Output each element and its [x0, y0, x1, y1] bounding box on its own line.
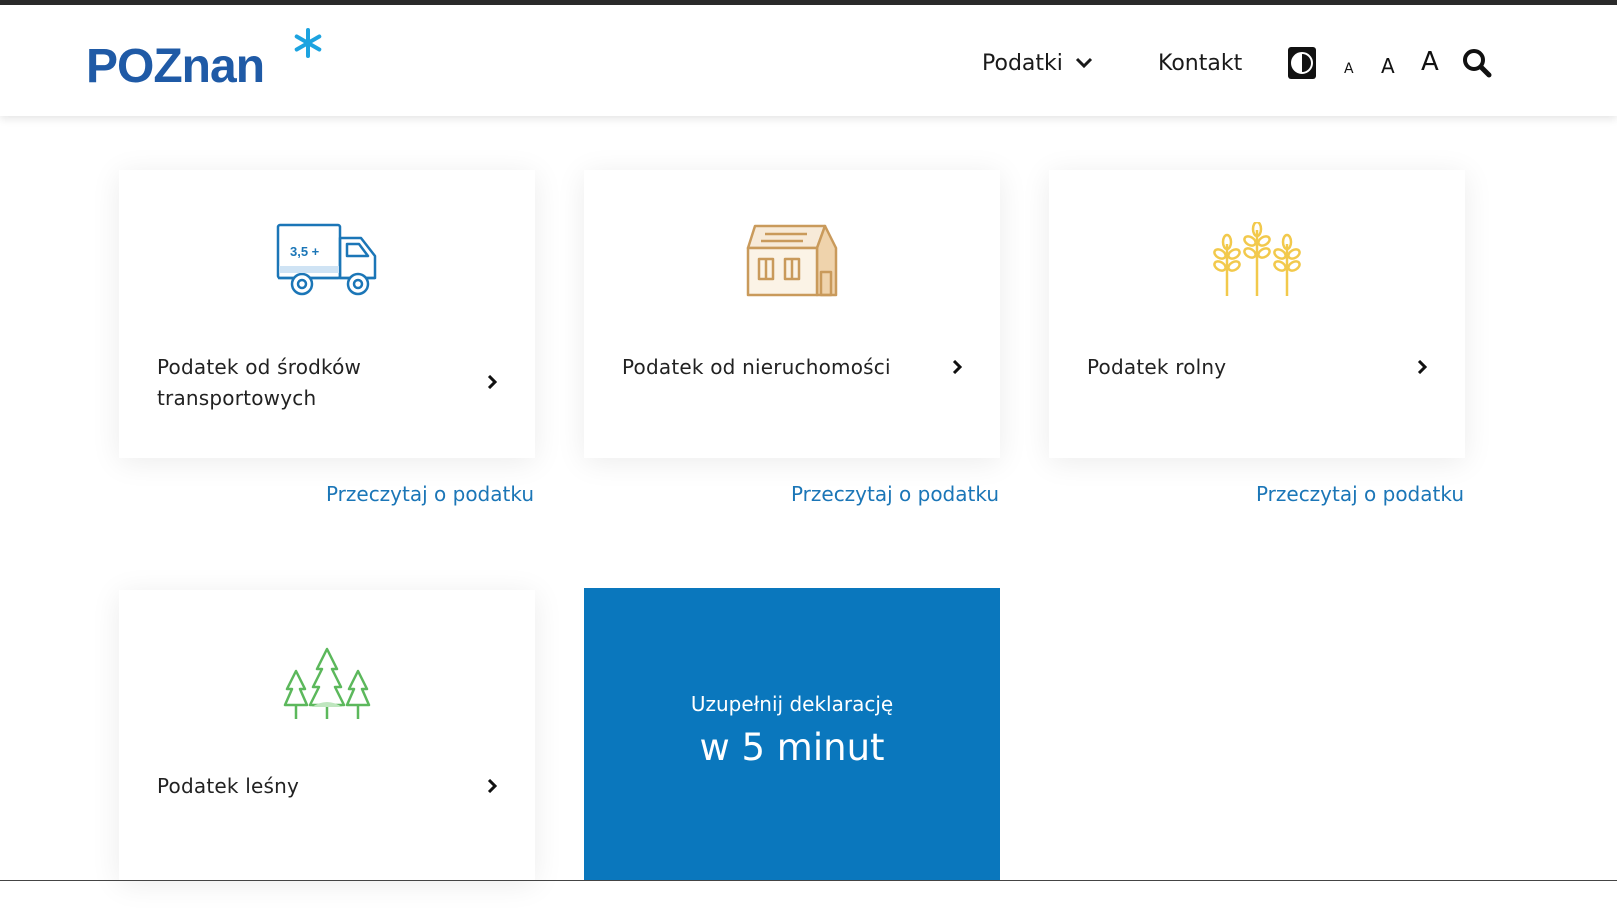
font-size-medium[interactable]: A — [1381, 46, 1395, 86]
tax-card-forest[interactable]: Podatek leśny — [119, 590, 535, 880]
house-icon — [584, 222, 1000, 298]
read-more-link[interactable]: Przeczytaj o podatku — [1164, 482, 1464, 506]
truck-icon: 3,5 + — [119, 222, 535, 298]
contrast-icon — [1288, 47, 1316, 79]
card-title: Podatek rolny — [1087, 355, 1227, 379]
tax-card-agricultural[interactable]: Podatek rolny — [1049, 170, 1465, 458]
tax-card-property[interactable]: Podatek od nieruchomości — [584, 170, 1000, 458]
contrast-toggle[interactable] — [1287, 43, 1317, 83]
logo-text: POZnan — [86, 40, 265, 93]
nav-podatki-label: Podatki — [982, 50, 1063, 76]
read-more-link[interactable]: Przeczytaj o podatku — [699, 482, 999, 506]
card-title: Podatek leśny — [157, 774, 300, 798]
card-title: Podatek od środków transportowych — [157, 355, 362, 410]
search-button[interactable] — [1462, 43, 1492, 83]
chevron-right-icon — [487, 374, 498, 393]
tax-card-transport[interactable]: 3,5 + Podatek od środków transportowych — [119, 170, 535, 458]
wheat-icon — [1049, 222, 1465, 298]
card-title: Podatek od nieruchomości — [622, 355, 891, 379]
bottom-divider — [0, 880, 1617, 881]
chevron-right-icon — [952, 359, 963, 378]
nav-podatki[interactable]: Podatki — [982, 41, 1093, 85]
chevron-down-icon — [1075, 57, 1093, 69]
poznan-logo[interactable]: POZnan — [86, 27, 326, 97]
chevron-right-icon — [487, 778, 498, 797]
font-size-small[interactable]: A — [1344, 49, 1354, 89]
cta-title: w 5 minut — [699, 726, 885, 769]
chevron-right-icon — [1417, 359, 1428, 378]
declaration-cta-tile[interactable]: Uzupełnij deklarację w 5 minut — [584, 588, 1000, 880]
logo-star-icon — [294, 28, 322, 58]
font-size-large[interactable]: A — [1421, 42, 1439, 82]
svg-text:3,5 +: 3,5 + — [290, 244, 320, 259]
trees-icon — [119, 645, 535, 721]
read-more-link[interactable]: Przeczytaj o podatku — [234, 482, 534, 506]
search-icon — [1463, 49, 1492, 78]
nav-kontakt-label: Kontakt — [1158, 50, 1243, 76]
site-header: POZnan Podatki Kontakt A A A — [0, 5, 1617, 116]
cta-subtitle: Uzupełnij deklarację — [690, 692, 894, 716]
nav-kontakt[interactable]: Kontakt — [1158, 41, 1242, 85]
